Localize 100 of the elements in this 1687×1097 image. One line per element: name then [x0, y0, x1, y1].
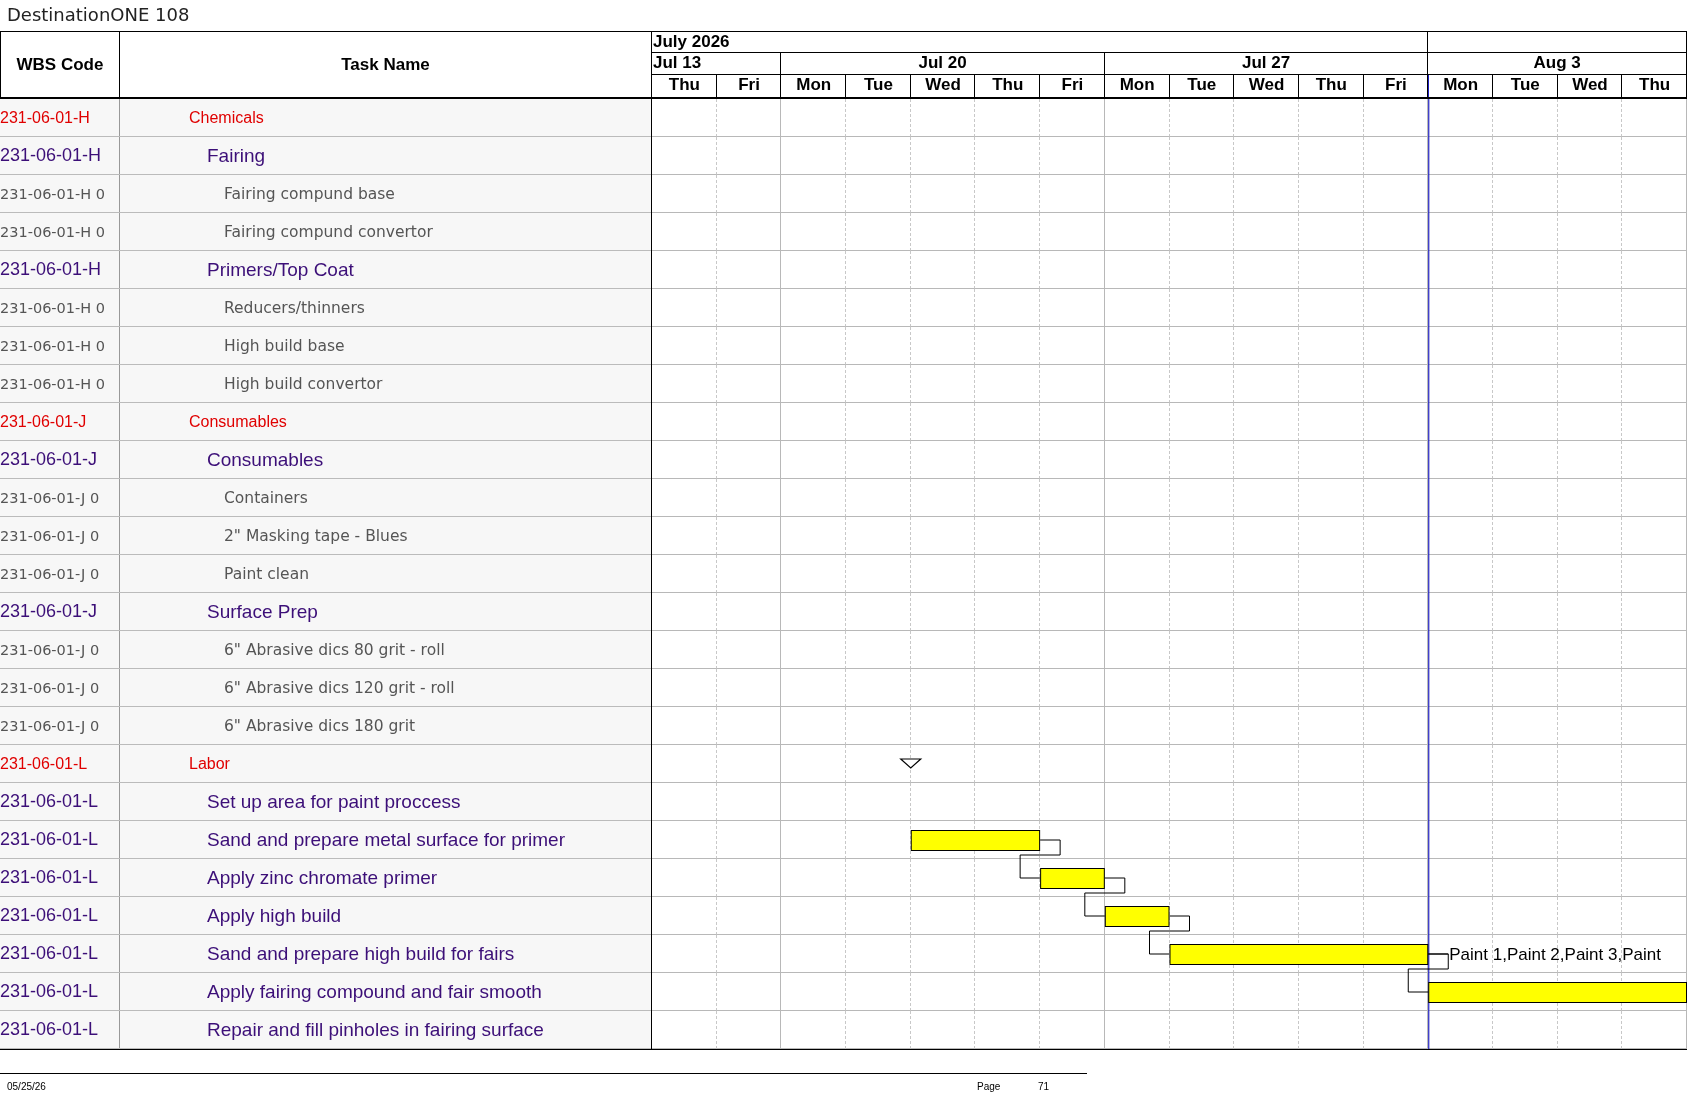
timeline-cell [716, 99, 782, 137]
timeline-cell [1428, 555, 1493, 593]
timeline-cell [1363, 289, 1429, 327]
wbs-code: 231-06-01-L [0, 745, 120, 782]
timeline-cell [1428, 175, 1493, 213]
timeline-cell [1298, 593, 1364, 631]
timeline-cell [716, 441, 782, 479]
timeline-cell [781, 403, 847, 441]
timeline-cell [652, 555, 717, 593]
timeline-cell [1492, 479, 1558, 517]
timeline-cell [1622, 669, 1687, 707]
timeline-cell [1557, 555, 1623, 593]
timeline-cell [652, 1011, 717, 1049]
timeline-cell [846, 289, 911, 327]
timeline-cell [1234, 783, 1299, 821]
wbs-code: 231-06-01-H 0 [0, 327, 120, 364]
timeline-cell [975, 593, 1041, 631]
timeline-cell [1234, 251, 1299, 289]
task-name: Fairing [206, 144, 266, 167]
timeline-cell [846, 707, 911, 745]
timeline-cell [652, 441, 717, 479]
timeline-cell [846, 1011, 911, 1049]
timeline-cell [1428, 517, 1493, 555]
timeline-cell [1428, 365, 1493, 403]
timeline-cell [910, 365, 976, 403]
timeline-cell [1104, 707, 1170, 745]
timeline-cell [1622, 365, 1687, 403]
timeline-cell [1428, 479, 1493, 517]
connector-line [1019, 839, 1061, 879]
timeline-cell [1104, 175, 1170, 213]
timeline-cell [910, 213, 976, 251]
timeline-cell [910, 707, 976, 745]
report-title: DestinationONE 108 [6, 3, 190, 27]
timeline-cell [1298, 631, 1364, 669]
timeline-cell [975, 251, 1041, 289]
timeline-cell [975, 783, 1041, 821]
leader-line [1427, 953, 1449, 955]
timeline-cell [652, 365, 717, 403]
timeline-cell [1040, 251, 1105, 289]
timeline-cell [1234, 669, 1299, 707]
timeline-cell [1104, 593, 1170, 631]
timeline-cell [846, 669, 911, 707]
timeline-cell [781, 631, 847, 669]
timeline-cell [910, 555, 976, 593]
timeline-cell [716, 517, 782, 555]
timeline-cell [1040, 99, 1105, 137]
week-label: Jul 27 [1104, 53, 1429, 75]
page-number: 71 [1038, 1081, 1050, 1092]
timeline-cell [652, 213, 717, 251]
timeline-cell [975, 707, 1041, 745]
timeline-cell [781, 137, 847, 175]
timeline-cell [1040, 783, 1105, 821]
timeline-cell [716, 631, 782, 669]
timeline-cell [1234, 479, 1299, 517]
timeline-cell [1363, 1011, 1429, 1049]
timeline-cell [781, 669, 847, 707]
timeline-cell [1104, 1011, 1170, 1049]
timeline-cell [1363, 99, 1429, 137]
day-label: Mon [1428, 75, 1493, 97]
task-name: High build base [223, 336, 345, 355]
timeline-cell [846, 175, 911, 213]
timeline-cell [1492, 99, 1558, 137]
wbs-code: 231-06-01-L [0, 1011, 120, 1048]
timeline-cell [1040, 365, 1105, 403]
task-name: Containers [223, 488, 308, 507]
task-name: Paint clean [223, 564, 309, 583]
wbs-code: 231-06-01-J 0 [0, 669, 120, 706]
timeline-cell [1428, 783, 1493, 821]
wbs-code: 231-06-01-J [0, 441, 120, 478]
timeline-cell [716, 669, 782, 707]
timeline-cell [846, 555, 911, 593]
timeline-cell [1169, 365, 1235, 403]
column-header: Task Name [120, 32, 652, 97]
task-name: Apply zinc chromate primer [206, 866, 438, 889]
timeline-cell [652, 175, 717, 213]
timeline-cell [716, 1011, 782, 1049]
wbs-code: 231-06-01-H 0 [0, 289, 120, 326]
wbs-code: 231-06-01-L [0, 783, 120, 820]
task-name: Labor [188, 754, 230, 773]
timeline-cell [1104, 251, 1170, 289]
timeline-cell [1104, 213, 1170, 251]
wbs-code: 231-06-01-H 0 [0, 175, 120, 212]
timeline-cell [975, 213, 1041, 251]
timeline-cell [1492, 213, 1558, 251]
timeline-cell [1234, 593, 1299, 631]
wbs-code: 231-06-01-H [0, 251, 120, 288]
timeline-cell [716, 479, 782, 517]
timeline-cell [1492, 137, 1558, 175]
timeline-cell [781, 479, 847, 517]
timeline-cell [1622, 175, 1687, 213]
timeline-cell [1104, 669, 1170, 707]
timeline-cell [910, 175, 976, 213]
timeline-cell [975, 175, 1041, 213]
timeline-cell [1492, 175, 1558, 213]
timeline-cell [1363, 479, 1429, 517]
task-name: Sand and prepare metal surface for primer [206, 828, 565, 851]
timeline-cell [1169, 251, 1235, 289]
timeline-cell [1363, 441, 1429, 479]
timeline-cell [781, 251, 847, 289]
timeline-cell [1622, 593, 1687, 631]
